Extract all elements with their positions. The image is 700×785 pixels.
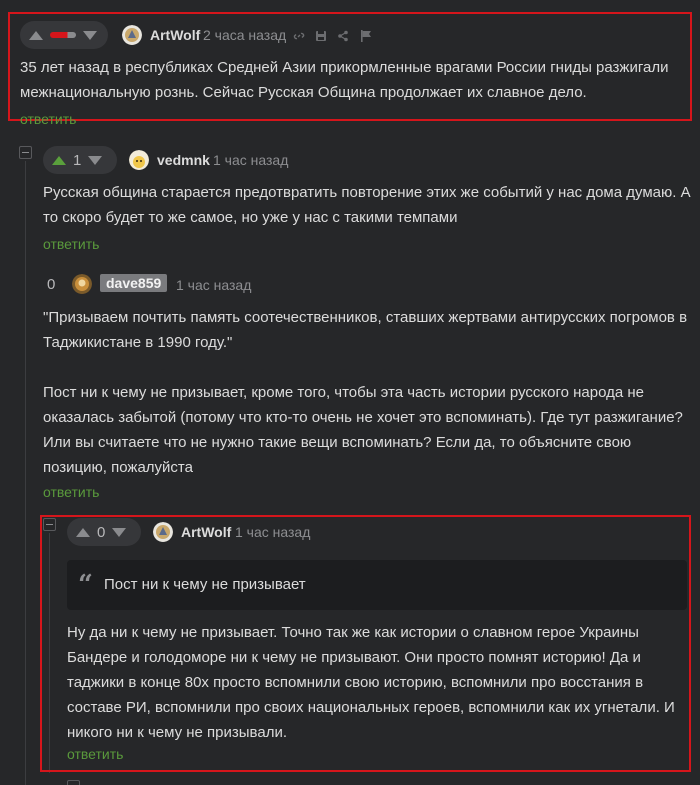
- thread-line: [25, 161, 26, 785]
- reply-link[interactable]: ответить: [67, 746, 123, 762]
- avatar[interactable]: [122, 25, 142, 45]
- flag-icon[interactable]: [360, 29, 372, 42]
- avatar[interactable]: [129, 150, 149, 170]
- downvote-button[interactable]: [88, 155, 103, 165]
- thread-line: [49, 533, 50, 773]
- upvote-button[interactable]: [29, 30, 43, 40]
- downvote-button[interactable]: [112, 527, 127, 537]
- reply-link[interactable]: ответить: [43, 236, 99, 252]
- upvote-button[interactable]: [76, 527, 90, 537]
- comment-time[interactable]: 1 час назад: [213, 152, 288, 168]
- comment-author[interactable]: ArtWolf: [181, 524, 231, 540]
- vote-count: 0: [97, 523, 106, 541]
- comment-body: 35 лет назад в республиках Средней Азии …: [20, 59, 669, 101]
- quote-block: “ Пост ни к чему не призывает: [67, 560, 687, 610]
- comment-time[interactable]: 1 час назад: [176, 277, 251, 293]
- upvote-button[interactable]: [52, 155, 66, 165]
- comment-time[interactable]: 1 час назад: [235, 524, 310, 540]
- comment-author[interactable]: ArtWolf: [150, 27, 200, 43]
- comment-body: Ну да ни к чему не призывает. Точно так …: [67, 624, 675, 741]
- avatar[interactable]: [153, 522, 173, 542]
- vote-count: 1: [73, 151, 82, 169]
- collapse-thread-button[interactable]: [67, 780, 80, 785]
- avatar[interactable]: [72, 274, 92, 294]
- rating-bar: [50, 32, 76, 38]
- reply-link[interactable]: ответить: [43, 484, 99, 500]
- link-icon[interactable]: [293, 29, 305, 41]
- comment-author[interactable]: vedmnk: [157, 152, 210, 168]
- vote-count: 0: [47, 276, 56, 293]
- reply-link[interactable]: ответить: [20, 111, 76, 127]
- quote-icon: “: [78, 570, 93, 600]
- save-icon[interactable]: [315, 29, 327, 41]
- collapse-thread-button[interactable]: [43, 518, 56, 531]
- share-icon[interactable]: [337, 29, 349, 42]
- comment-time[interactable]: 2 часа назад: [203, 27, 286, 43]
- downvote-button[interactable]: [83, 30, 97, 40]
- comment-author[interactable]: dave859: [100, 274, 168, 292]
- vote-widget: 1: [43, 146, 117, 174]
- quote-text: Пост ни к чему не призывает: [104, 576, 306, 593]
- comment-body: "Призываем почтить память соотечественни…: [43, 309, 688, 476]
- comment-body: Русская община старается предотвратить п…: [43, 184, 691, 226]
- collapse-thread-button[interactable]: [19, 146, 32, 159]
- vote-widget: [20, 21, 108, 49]
- vote-widget: 0: [67, 518, 141, 546]
